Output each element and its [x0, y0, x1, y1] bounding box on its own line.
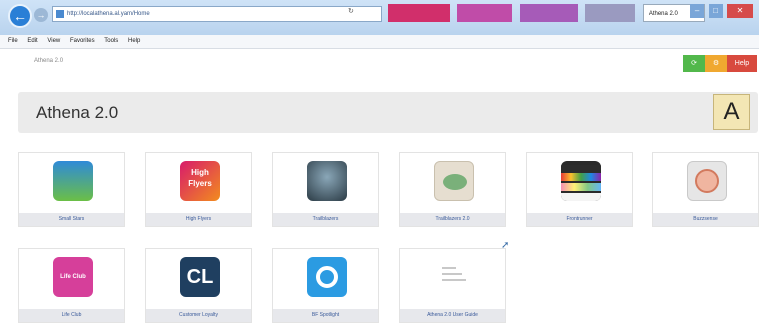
frontrunner-icon: [561, 161, 601, 201]
trailblazers-2-icon: [434, 161, 474, 201]
customer-loyalty-icon: CL: [180, 257, 220, 297]
menu-edit[interactable]: Edit: [27, 38, 37, 44]
browser-tab[interactable]: [519, 4, 578, 22]
close-icon[interactable]: ✕: [727, 4, 753, 18]
minimize-icon[interactable]: –: [690, 4, 705, 18]
settings-button[interactable]: ⚙: [705, 55, 727, 72]
app-tile-customer-loyalty[interactable]: CL Customer Loyalty: [145, 248, 252, 323]
address-bar[interactable]: http://localathena.al.yam/Home: [52, 6, 382, 22]
app-tile-small-stars[interactable]: Small Stars: [18, 152, 125, 227]
app-tile-life-club[interactable]: Life Club Life Club: [18, 248, 125, 323]
life-club-icon: Life Club: [53, 257, 93, 297]
breadcrumb[interactable]: Athena 2.0: [34, 58, 63, 64]
athena-logo: A: [713, 94, 750, 130]
app-tile-trailblazers[interactable]: Trailblazers: [272, 152, 379, 227]
browser-tab[interactable]: [585, 4, 636, 22]
tile-label: Life Club: [19, 309, 124, 322]
menu-favorites[interactable]: Favorites: [70, 38, 95, 44]
app-header: [0, 49, 759, 79]
refresh-icon: ⟳: [691, 60, 697, 67]
tile-label: Small Stars: [19, 213, 124, 226]
high-flyers-icon: High Flyers: [180, 161, 220, 201]
browser-chrome: ← → http://localathena.al.yam/Home ↻ Ath…: [0, 0, 759, 35]
window-controls: – □ ✕: [690, 0, 753, 18]
trailblazers-icon: [307, 161, 347, 201]
app-tile-trailblazers-2[interactable]: Trailblazers 2.0: [399, 152, 506, 227]
wrench-icon: ⚙: [712, 60, 720, 67]
tile-label: Trailblazers 2.0: [400, 213, 505, 226]
tile-label: Frontrunner: [527, 213, 632, 226]
tile-label: Trailblazers: [273, 213, 378, 226]
app-tile-bf-spotlight[interactable]: BF Spotlight: [272, 248, 379, 323]
menu-bar: File Edit View Favorites Tools Help: [0, 35, 759, 49]
page-title: Athena 2.0: [36, 103, 119, 122]
tile-label: Athena 2.0 User Guide: [400, 309, 505, 322]
buzzsense-icon: [687, 161, 727, 201]
browser-tabs: Athena 2.0: [388, 4, 708, 24]
browser-tab[interactable]: [388, 4, 450, 22]
refresh-icon[interactable]: ↻: [348, 7, 354, 15]
forward-arrow-icon[interactable]: →: [34, 8, 48, 22]
menu-help[interactable]: Help: [128, 38, 140, 44]
menu-tools[interactable]: Tools: [104, 38, 118, 44]
app-tile-high-flyers[interactable]: High Flyers High Flyers: [145, 152, 252, 227]
address-url: http://localathena.al.yam/Home: [67, 11, 150, 17]
tile-label: Buzzsense: [653, 213, 758, 226]
bf-spotlight-icon: [307, 257, 347, 297]
app-tile-buzzsense[interactable]: Buzzsense: [652, 152, 759, 227]
site-favicon-icon: [56, 10, 64, 18]
tile-label: BF Spotlight: [273, 309, 378, 322]
external-link-icon[interactable]: ➚: [501, 241, 511, 251]
app-tile-user-guide[interactable]: Athena 2.0 User Guide: [399, 248, 506, 323]
title-banner: [18, 92, 758, 133]
app-tile-frontrunner[interactable]: Frontrunner: [526, 152, 633, 227]
browser-tab[interactable]: [457, 4, 513, 22]
tile-label: High Flyers: [146, 213, 251, 226]
maximize-icon[interactable]: □: [708, 4, 723, 18]
back-arrow-icon[interactable]: ←: [8, 4, 32, 28]
menu-file[interactable]: File: [8, 38, 18, 44]
help-button[interactable]: Help: [727, 55, 757, 72]
refresh-button[interactable]: ⟳: [683, 55, 705, 72]
tile-label: Customer Loyalty: [146, 309, 251, 322]
small-stars-icon: [53, 161, 93, 201]
user-guide-icon: [434, 257, 474, 297]
menu-view[interactable]: View: [47, 38, 60, 44]
